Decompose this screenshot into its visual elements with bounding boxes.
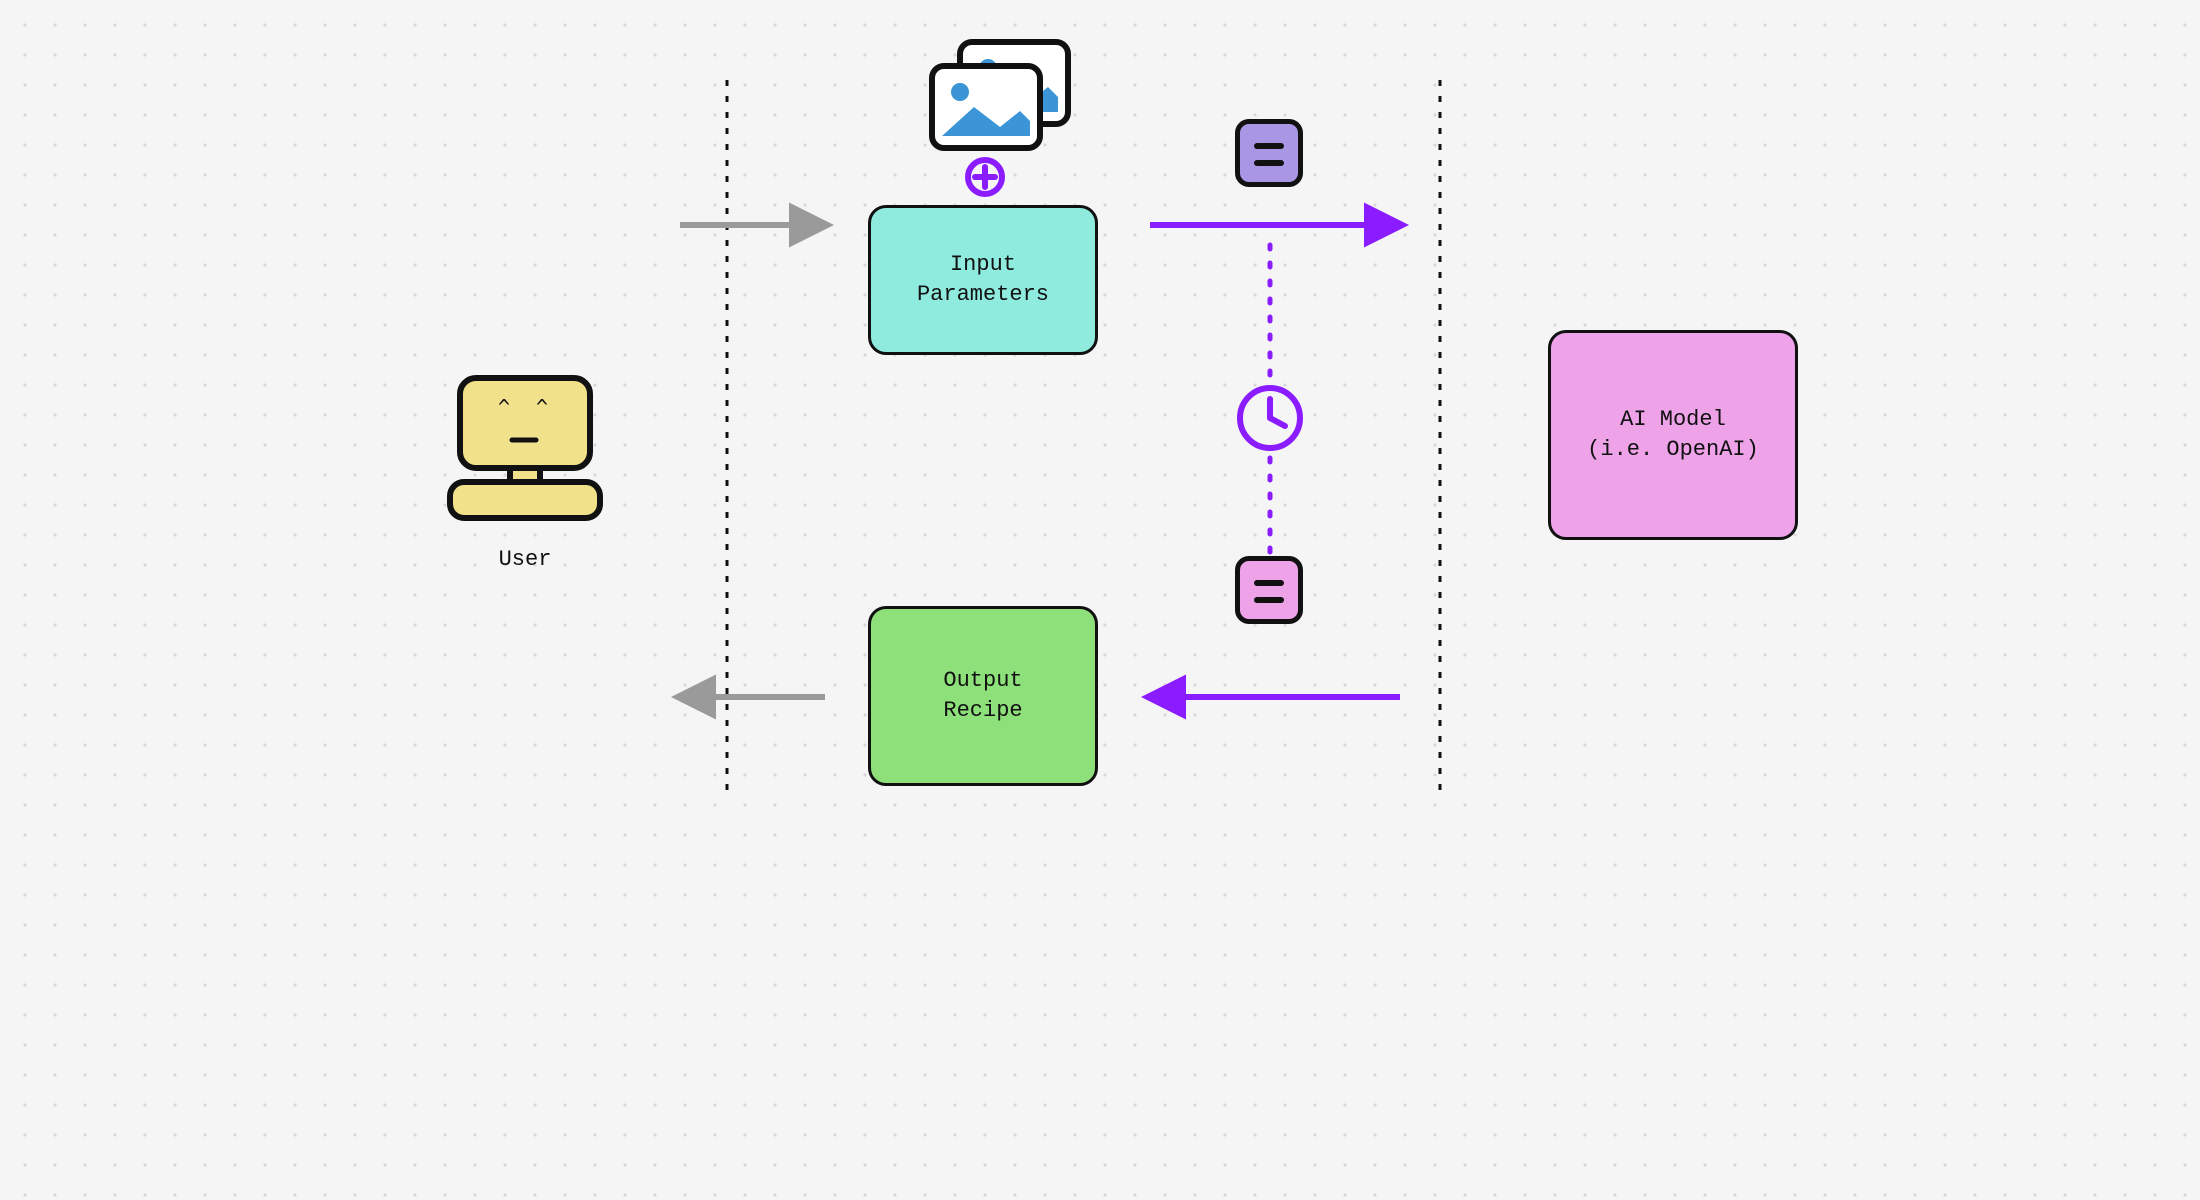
input-parameters-node: Input Parameters	[868, 205, 1098, 355]
output-recipe-node: Output Recipe	[868, 606, 1098, 786]
image-stack-icon	[932, 42, 1068, 148]
user-label: User	[465, 547, 585, 572]
payload-to-model-icon	[1235, 119, 1303, 187]
ai-model-node: AI Model (i.e. OpenAI)	[1548, 330, 1798, 540]
svg-text:^: ^	[536, 395, 548, 419]
svg-text:^: ^	[498, 395, 510, 419]
computer-user-icon: ^ ^	[450, 378, 600, 518]
diagram-stage: ^ ^ Input Parameters Output Recipe AI Mo…	[330, 0, 1870, 840]
clock-icon	[1240, 388, 1300, 448]
input-parameters-label: Input Parameters	[917, 250, 1049, 309]
ai-model-label: AI Model (i.e. OpenAI)	[1587, 405, 1759, 464]
plus-circle-icon	[968, 160, 1002, 194]
output-recipe-label: Output Recipe	[943, 666, 1022, 725]
payload-from-model-icon	[1235, 556, 1303, 624]
